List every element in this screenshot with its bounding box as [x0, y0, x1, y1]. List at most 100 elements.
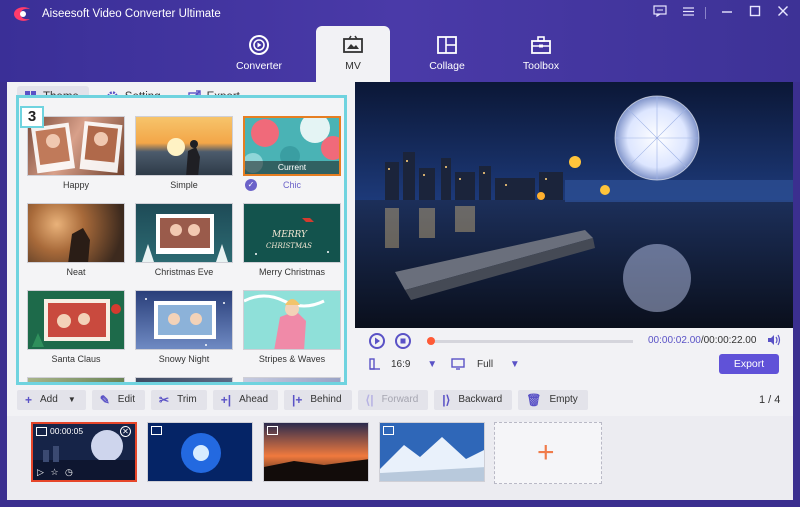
image-badge-icon	[383, 426, 394, 435]
close-icon[interactable]: ✕	[120, 426, 131, 437]
image-badge-icon	[267, 426, 278, 435]
theme-stripes-waves[interactable]: Stripes & Waves	[243, 290, 341, 366]
theme-simple[interactable]: Simple	[135, 116, 233, 192]
chevron-down-icon: ▼	[67, 395, 76, 404]
window-separator	[705, 7, 706, 19]
plus-icon: +	[25, 393, 33, 407]
backward-label: Backward	[458, 394, 503, 405]
fit-value: Full	[477, 359, 494, 370]
menu-icon[interactable]	[677, 4, 699, 22]
app-logo-icon	[14, 7, 30, 21]
clip-toolbar: + Add ▼ ✎ Edit ✂ Trim +| Ahead |+ Behind ⟨| For…	[17, 390, 594, 410]
theme-next-row[interactable]	[243, 377, 341, 382]
nav-toolbox[interactable]: Toolbox	[504, 26, 578, 82]
theme-thumbnail	[27, 377, 125, 382]
backward-button[interactable]: |⟩ Backward	[434, 390, 513, 410]
theme-thumbnail	[135, 203, 233, 263]
image-badge-icon	[151, 426, 162, 435]
maximize-icon[interactable]	[744, 4, 766, 22]
toolbox-icon	[531, 36, 551, 54]
scissors-icon: ✂	[159, 393, 170, 407]
ahead-button[interactable]: +| Ahead	[212, 390, 279, 410]
fit-select[interactable]: Full ▼	[477, 359, 520, 370]
theme-merry-christmas[interactable]: MERRY CHRISTMAS Merry Christmas	[243, 203, 341, 279]
video-preview[interactable]	[355, 82, 793, 328]
edit-button[interactable]: ✎ Edit	[91, 390, 146, 410]
trim-label: Trim	[177, 394, 197, 405]
backward-icon: |⟩	[442, 393, 451, 407]
theme-label: Santa Claus	[51, 354, 101, 364]
nav-collage[interactable]: Collage	[410, 26, 484, 82]
collage-icon	[437, 36, 457, 54]
theme-thumbnail	[27, 290, 125, 350]
nav-collage-label: Collage	[429, 60, 465, 72]
title-bar: Aiseesoft Video Converter Ultimate Conve…	[0, 0, 800, 82]
theme-next-row[interactable]	[135, 377, 233, 382]
nav-converter[interactable]: Converter	[222, 26, 296, 82]
theme-label: Christmas Eve	[154, 267, 214, 277]
theme-thumbnail	[135, 377, 233, 382]
theme-label: Happy	[62, 180, 89, 190]
behind-label: Behind	[310, 394, 342, 405]
theme-thumbnail	[135, 116, 233, 176]
aspect-select[interactable]: 16:9 ▼	[391, 359, 437, 370]
theme-thumbnail	[135, 290, 233, 350]
clip-item[interactable]	[379, 422, 485, 482]
empty-label: Empty	[549, 394, 578, 405]
behind-button[interactable]: |+ Behind	[284, 390, 352, 410]
forward-label: Forward	[381, 394, 419, 405]
progress-handle[interactable]	[427, 337, 435, 345]
trim-button[interactable]: ✂ Trim	[151, 390, 207, 410]
theme-chic[interactable]: Current ✓ Chic	[243, 116, 341, 192]
export-button[interactable]: Export	[719, 354, 779, 374]
theme-label: Neat	[66, 267, 86, 277]
play-icon[interactable]	[369, 333, 385, 349]
theme-next-row[interactable]	[27, 377, 125, 382]
volume-icon[interactable]	[767, 334, 781, 346]
theme-christmas-eve[interactable]: Christmas Eve	[135, 203, 233, 279]
aspect-ratio-icon	[369, 358, 380, 370]
edit-label: Edit	[117, 394, 136, 405]
monitor-icon	[451, 358, 465, 370]
play-icon[interactable]: ▷	[37, 467, 44, 477]
nav-mv[interactable]: MV	[316, 26, 390, 82]
stop-icon[interactable]	[395, 333, 411, 349]
add-clip-button[interactable]: +	[494, 422, 602, 484]
clip-item[interactable]	[263, 422, 369, 482]
step-badge: 3	[20, 106, 44, 128]
clock-icon[interactable]: ◷	[65, 467, 73, 477]
theme-thumbnail	[27, 203, 125, 263]
minimize-icon[interactable]	[716, 4, 738, 22]
forward-button[interactable]: ⟨| Forward	[357, 390, 429, 410]
theme-snowy-night[interactable]: Snowy Night	[135, 290, 233, 366]
player-controls: 00:00:02.00/00:00:22.00 16:9 ▼ Full ▼ Ex…	[355, 328, 793, 378]
svg-text:MERRY: MERRY	[271, 230, 308, 240]
mv-icon	[343, 35, 363, 53]
clip-item[interactable]: 00:00:05 ✕ ▷ ☆ ◷	[31, 422, 137, 482]
theme-label: Simple	[170, 180, 198, 190]
clip-tools: ▷ ☆ ◷	[37, 467, 73, 478]
chevron-down-icon: ▼	[509, 359, 520, 370]
clip-strip: 00:00:05 ✕ ▷ ☆ ◷ +	[7, 416, 793, 500]
ahead-label: Ahead	[239, 394, 269, 405]
main-area: Theme Setting Export 3 Happy Simple	[7, 82, 793, 500]
add-button[interactable]: + Add ▼	[17, 390, 86, 410]
total-time: /00:00:22.00	[700, 335, 757, 346]
theme-thumbnail	[243, 377, 341, 382]
close-icon[interactable]	[772, 4, 794, 22]
time-display: 00:00:02.00/00:00:22.00	[648, 335, 756, 346]
theme-neat[interactable]: Neat	[27, 203, 125, 279]
nav-toolbox-label: Toolbox	[522, 60, 560, 72]
progress-bar[interactable]	[427, 337, 633, 345]
star-icon[interactable]: ☆	[50, 467, 58, 477]
theme-thumbnail: MERRY CHRISTMAS	[243, 203, 341, 263]
image-badge-icon	[36, 427, 47, 436]
chat-icon[interactable]	[649, 4, 671, 22]
current-tag: Current	[245, 161, 339, 174]
theme-santa-claus[interactable]: Santa Claus	[27, 290, 125, 366]
aspect-value: 16:9	[391, 359, 411, 370]
clip-duration: 00:00:05	[50, 426, 84, 436]
empty-button[interactable]: 🗑 Empty	[518, 390, 588, 410]
clip-item[interactable]	[147, 422, 253, 482]
theme-label: Stripes & Waves	[258, 354, 326, 364]
